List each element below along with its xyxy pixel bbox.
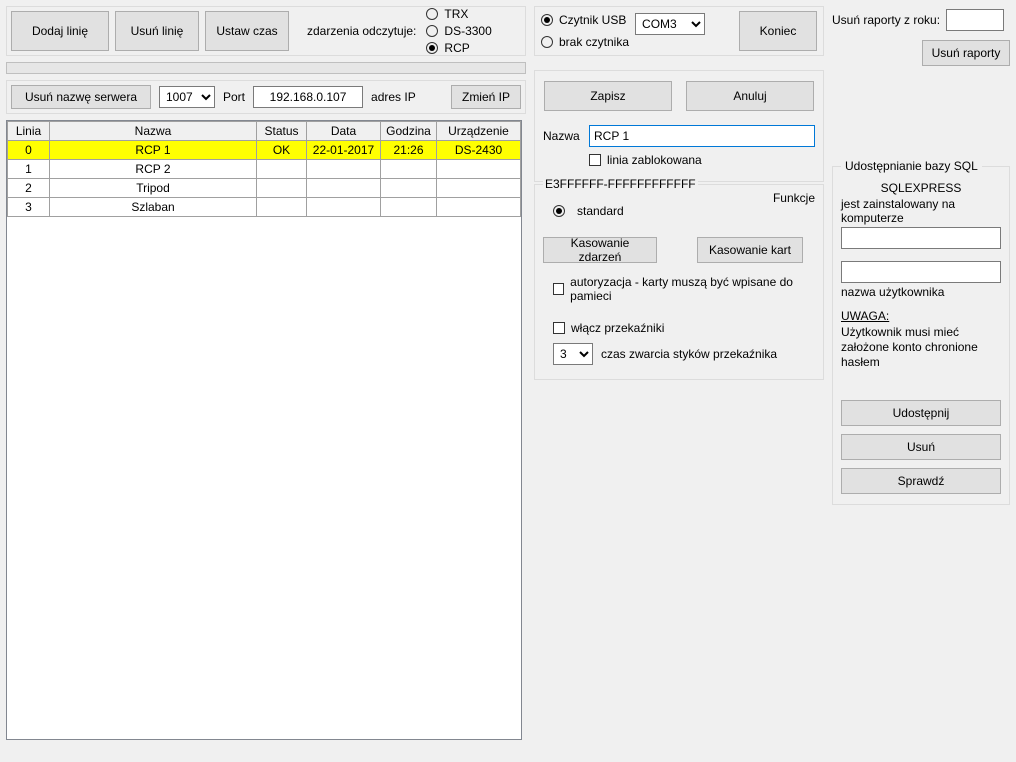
relay-enable-label: włącz przekaźniki	[571, 321, 664, 335]
cell-nazwa: RCP 1	[50, 141, 257, 160]
ip-label: adres IP	[371, 90, 416, 104]
events-read-ds3300-label: DS-3300	[444, 24, 491, 38]
delete-cards-button[interactable]: Kasowanie kart	[697, 237, 803, 263]
radio-icon	[426, 8, 438, 20]
data-grid[interactable]: Linia Nazwa Status Data Godzina Urządzen…	[6, 120, 522, 740]
cell-linia: 0	[8, 141, 50, 160]
relay-enable-checkbox[interactable]	[553, 322, 565, 334]
events-read-trx[interactable]: TRX	[426, 6, 491, 22]
user-name-label: nazwa użytkownika	[841, 285, 1001, 299]
sql-group-title: Udostępnianie bazy SQL	[841, 159, 982, 173]
serial-label: E3FFFFFF-FFFFFFFFFFFF	[543, 177, 698, 191]
cell-linia: 3	[8, 198, 50, 217]
com-port-select[interactable]: COM3	[635, 13, 705, 35]
cell-urzadzenie: DS-2430	[437, 141, 521, 160]
events-read-rcp-label: RCP	[444, 41, 469, 55]
reader-none[interactable]: brak czytnika	[541, 34, 629, 50]
table-row[interactable]: 1RCP 2	[8, 160, 521, 179]
cell-status	[257, 179, 307, 198]
cell-data	[307, 160, 381, 179]
authorization-checkbox[interactable]	[553, 283, 564, 295]
name-input[interactable]	[589, 125, 815, 147]
warning-text: Użytkownik musi mieć założone konto chro…	[841, 325, 1001, 370]
cell-status	[257, 160, 307, 179]
delete-reports-label: Usuń raporty z roku:	[832, 13, 940, 27]
col-urzadzenie[interactable]: Urządzenie	[437, 122, 521, 141]
cell-data	[307, 198, 381, 217]
functions-label: Funkcje	[773, 191, 815, 205]
warning-heading: UWAGA:	[841, 309, 1001, 323]
col-linia[interactable]: Linia	[8, 122, 50, 141]
cell-urzadzenie	[437, 160, 521, 179]
change-ip-button[interactable]: Zmień IP	[451, 85, 521, 109]
port-select[interactable]: 1007	[159, 86, 215, 108]
col-status[interactable]: Status	[257, 122, 307, 141]
cell-godzina: 21:26	[381, 141, 437, 160]
table-row[interactable]: 3Szlaban	[8, 198, 521, 217]
add-line-button[interactable]: Dodaj linię	[11, 11, 109, 51]
events-read-label: zdarzenia odczytuje:	[307, 24, 416, 38]
events-read-trx-label: TRX	[444, 7, 468, 21]
share-button[interactable]: Udostępnij	[841, 400, 1001, 426]
cell-data: 22-01-2017	[307, 141, 381, 160]
events-read-ds3300[interactable]: DS-3300	[426, 23, 491, 39]
cell-godzina	[381, 160, 437, 179]
delete-reports-button[interactable]: Usuń raporty	[922, 40, 1010, 66]
port-label: Port	[223, 90, 245, 104]
cell-urzadzenie	[437, 179, 521, 198]
progress-bar	[6, 62, 526, 74]
delete-events-button[interactable]: Kasowanie zdarzeń	[543, 237, 657, 263]
line-locked-label: linia zablokowana	[607, 153, 702, 167]
cancel-button[interactable]: Anuluj	[686, 81, 814, 111]
user-name-input[interactable]	[841, 261, 1001, 283]
computer-name-input[interactable]	[841, 227, 1001, 249]
cell-godzina	[381, 198, 437, 217]
function-standard[interactable]: standard	[553, 203, 815, 219]
table-row[interactable]: 2Tripod	[8, 179, 521, 198]
relay-time-label: czas zwarcia styków przekaźnika	[601, 347, 777, 361]
cell-godzina	[381, 179, 437, 198]
cell-data	[307, 179, 381, 198]
relay-time-select[interactable]: 3	[553, 343, 593, 365]
delete-reports-year-input[interactable]	[946, 9, 1004, 31]
reader-usb[interactable]: Czytnik USB	[541, 12, 629, 28]
radio-icon	[541, 14, 553, 26]
close-button[interactable]: Koniec	[739, 11, 817, 51]
function-standard-label: standard	[577, 204, 624, 218]
sqlexpress-label: SQLEXPRESS	[881, 181, 962, 195]
ip-input[interactable]	[253, 86, 363, 108]
delete-line-button[interactable]: Usuń linię	[115, 11, 199, 51]
col-data[interactable]: Data	[307, 122, 381, 141]
cell-nazwa: RCP 2	[50, 160, 257, 179]
events-read-rcp[interactable]: RCP	[426, 40, 491, 56]
installed-label: jest zainstalowany na komputerze	[841, 197, 1001, 225]
table-row[interactable]: 0RCP 1OK22-01-201721:26DS-2430	[8, 141, 521, 160]
cell-nazwa: Szlaban	[50, 198, 257, 217]
name-label: Nazwa	[543, 129, 581, 143]
line-locked-checkbox[interactable]	[589, 154, 601, 166]
delete-server-name-button[interactable]: Usuń nazwę serwera	[11, 85, 151, 109]
cell-status: OK	[257, 141, 307, 160]
cell-linia: 1	[8, 160, 50, 179]
col-nazwa[interactable]: Nazwa	[50, 122, 257, 141]
cell-urzadzenie	[437, 198, 521, 217]
reader-usb-label: Czytnik USB	[559, 13, 626, 27]
col-godzina[interactable]: Godzina	[381, 122, 437, 141]
save-button[interactable]: Zapisz	[544, 81, 672, 111]
cell-linia: 2	[8, 179, 50, 198]
cell-status	[257, 198, 307, 217]
check-button[interactable]: Sprawdź	[841, 468, 1001, 494]
set-time-button[interactable]: Ustaw czas	[205, 11, 289, 51]
radio-icon	[426, 42, 438, 54]
cell-nazwa: Tripod	[50, 179, 257, 198]
radio-icon	[541, 36, 553, 48]
authorization-label: autoryzacja - karty muszą być wpisane do…	[570, 275, 815, 303]
radio-icon	[553, 205, 565, 217]
radio-icon	[426, 25, 438, 37]
delete-share-button[interactable]: Usuń	[841, 434, 1001, 460]
reader-none-label: brak czytnika	[559, 35, 629, 49]
